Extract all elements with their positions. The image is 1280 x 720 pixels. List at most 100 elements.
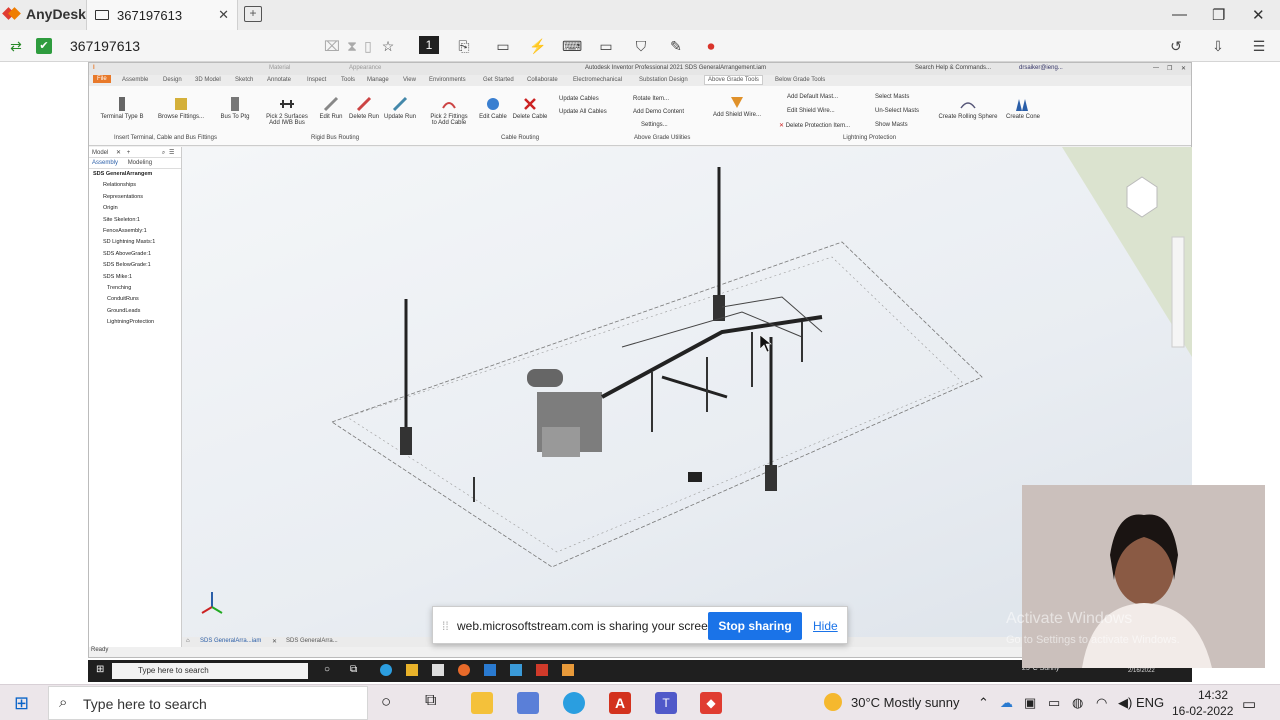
remote-explorer-icon[interactable]	[406, 664, 418, 676]
add-demo-content-button[interactable]: Add Demo Content	[633, 109, 684, 115]
tab-collaborate[interactable]: Collaborate	[527, 77, 558, 83]
connection-icon[interactable]: ⇄	[6, 36, 26, 56]
inventor-restore-icon[interactable]: ❐	[1167, 65, 1172, 72]
terminal-type-b-button[interactable]: Terminal Type B	[95, 96, 149, 120]
task-view-icon[interactable]: ⧉	[425, 692, 436, 710]
input-icon[interactable]: ⌧	[322, 36, 342, 56]
user-account[interactable]: drsaiker@ieng...	[1019, 65, 1063, 71]
inventor-minimize-icon[interactable]: —	[1153, 65, 1159, 71]
tab-sketch[interactable]: Sketch	[235, 77, 253, 83]
clipboard-icon[interactable]: ▯	[358, 36, 378, 56]
record-icon[interactable]: ⏺	[701, 36, 721, 56]
network-icon[interactable]: ▭	[1048, 695, 1060, 711]
remote-start-icon[interactable]: ⊞	[96, 664, 104, 675]
remote-store-icon[interactable]	[432, 664, 444, 676]
edit-run-button[interactable]: Edit Run	[313, 96, 349, 120]
tab-annotate[interactable]: Annotate	[267, 77, 291, 83]
tray-app-icon[interactable]: ◍	[1072, 695, 1083, 711]
new-tab-icon[interactable]: +	[244, 6, 262, 22]
close-window-icon[interactable]: ✕	[1252, 6, 1265, 24]
remote-screen[interactable]: I Material Appearance Autodesk Inventor …	[0, 62, 1280, 687]
tree-item[interactable]: SDS BelowGrade:1	[93, 260, 181, 271]
rotate-item-button[interactable]: Rotate Item...	[633, 96, 669, 102]
tab-file[interactable]: File	[93, 75, 111, 83]
tree-item[interactable]: LightningProtection	[93, 317, 181, 328]
tab-assemble[interactable]: Assemble	[122, 77, 148, 83]
stop-sharing-button[interactable]: Stop sharing	[708, 612, 802, 640]
tree-item[interactable]: Relationships	[93, 180, 181, 191]
actions-lightning-icon[interactable]: ⚡	[528, 36, 548, 56]
file-explorer-icon[interactable]	[471, 692, 493, 714]
edit-cable-button[interactable]: Edit Cable	[475, 96, 511, 120]
edit-shield-wire-button[interactable]: Edit Shield Wire...	[787, 108, 835, 114]
tree-item[interactable]: FenceAssembly:1	[93, 226, 181, 237]
remote-inventor-icon[interactable]	[562, 664, 574, 676]
tree-item[interactable]: Representations	[93, 192, 181, 203]
taskbar-search-box[interactable]: ⌕ Type here to search	[48, 686, 368, 720]
tab-3d-model[interactable]: 3D Model	[195, 77, 221, 83]
tree-item[interactable]: Trenching	[93, 283, 181, 294]
language-indicator[interactable]: ENG	[1136, 695, 1164, 710]
document-tab[interactable]: SDS GeneralArra...	[286, 638, 338, 644]
remote-mail-icon[interactable]	[484, 664, 496, 676]
tree-item[interactable]: Origin	[93, 203, 181, 214]
volume-icon[interactable]: ◀)	[1118, 695, 1132, 711]
microsoft-store-icon[interactable]	[517, 692, 539, 714]
tab-view[interactable]: View	[403, 77, 416, 83]
tree-item[interactable]: ConduitRuns	[93, 294, 181, 305]
tab-below-grade-tools[interactable]: Below Grade Tools	[775, 77, 825, 83]
remote-firefox-icon[interactable]	[458, 664, 470, 676]
inventor-close-icon[interactable]: ✕	[1181, 65, 1186, 72]
tree-item[interactable]: SD Lightning Masts:1	[93, 237, 181, 248]
anydesk-taskbar-icon[interactable]: ◆	[700, 692, 722, 714]
wifi-icon[interactable]: ◠	[1096, 695, 1107, 711]
draw-pen-icon[interactable]: ✎	[666, 36, 686, 56]
start-windows-icon[interactable]: ⊞	[14, 693, 29, 714]
tab-tools[interactable]: Tools	[341, 77, 355, 83]
tab-environments[interactable]: Environments	[429, 77, 466, 83]
tab-design[interactable]: Design	[163, 77, 182, 83]
cortana-icon[interactable]: ○	[381, 692, 391, 712]
file-transfer-icon[interactable]: ⎘	[454, 36, 474, 56]
settings-button[interactable]: Settings...	[641, 122, 668, 128]
create-cone-button[interactable]: Create Cone	[1001, 96, 1045, 120]
remote-anydesk-icon[interactable]	[536, 664, 548, 676]
bus-to-ptg-button[interactable]: Bus To Ptg	[215, 96, 255, 120]
session-tab[interactable]: 367197613 ✕	[86, 0, 238, 30]
tree-item[interactable]: Site Skeleton:1	[93, 215, 181, 226]
permissions-shield-icon[interactable]: ⛉	[631, 36, 651, 56]
pick2-fittings-button[interactable]: Pick 2 Fittings to Add Cable	[425, 96, 473, 126]
tab-above-grade-tools[interactable]: Above Grade Tools	[704, 75, 763, 85]
remote-search-box[interactable]: Type here to search	[112, 663, 308, 679]
update-run-button[interactable]: Update Run	[381, 96, 419, 120]
tab-electromechanical[interactable]: Electromechanical	[573, 77, 622, 83]
teams-icon[interactable]: T	[655, 692, 677, 714]
tab-get-started[interactable]: Get Started	[483, 77, 514, 83]
minimize-icon[interactable]: —	[1172, 6, 1187, 23]
remote-edge-icon[interactable]	[380, 664, 392, 676]
update-all-cables-button[interactable]: Update All Cables	[559, 109, 607, 115]
remote-cortana-icon[interactable]: ○	[324, 664, 330, 675]
update-cables-button[interactable]: Update Cables	[559, 96, 599, 102]
chat-icon[interactable]: ▭	[493, 36, 513, 56]
document-tab-active[interactable]: SDS GeneralArra...iam	[200, 638, 261, 644]
tray-app-icon[interactable]: ▣	[1024, 695, 1036, 711]
unselect-masts-button[interactable]: Un-Select Masts	[875, 108, 919, 114]
history-icon[interactable]: ↺	[1166, 36, 1186, 56]
download-icon[interactable]: ⇩	[1208, 36, 1228, 56]
tab-modeling[interactable]: Modeling	[128, 160, 152, 166]
browser-menu-icon[interactable]: ☰	[169, 150, 174, 156]
tree-item[interactable]: SDS Mike:1	[93, 272, 181, 283]
appearance-dropdown[interactable]: Appearance	[349, 65, 381, 71]
remote-app-icon[interactable]	[510, 664, 522, 676]
tab-inspect[interactable]: Inspect	[307, 77, 326, 83]
select-masts-button[interactable]: Select Masts	[875, 94, 909, 100]
hide-banner-link[interactable]: Hide	[813, 619, 838, 633]
favorite-star-icon[interactable]: ☆	[378, 36, 398, 56]
delete-protection-item-button[interactable]: ✕ Delete Protection Item...	[779, 122, 850, 129]
browser-search-icon[interactable]: ⌕	[162, 150, 165, 156]
onedrive-icon[interactable]: ☁	[1000, 695, 1013, 711]
edge-browser-icon[interactable]	[563, 692, 585, 714]
add-shield-wire-button[interactable]: Add Shield Wire...	[707, 94, 767, 118]
add-default-mast-button[interactable]: Add Default Mast...	[787, 94, 838, 100]
